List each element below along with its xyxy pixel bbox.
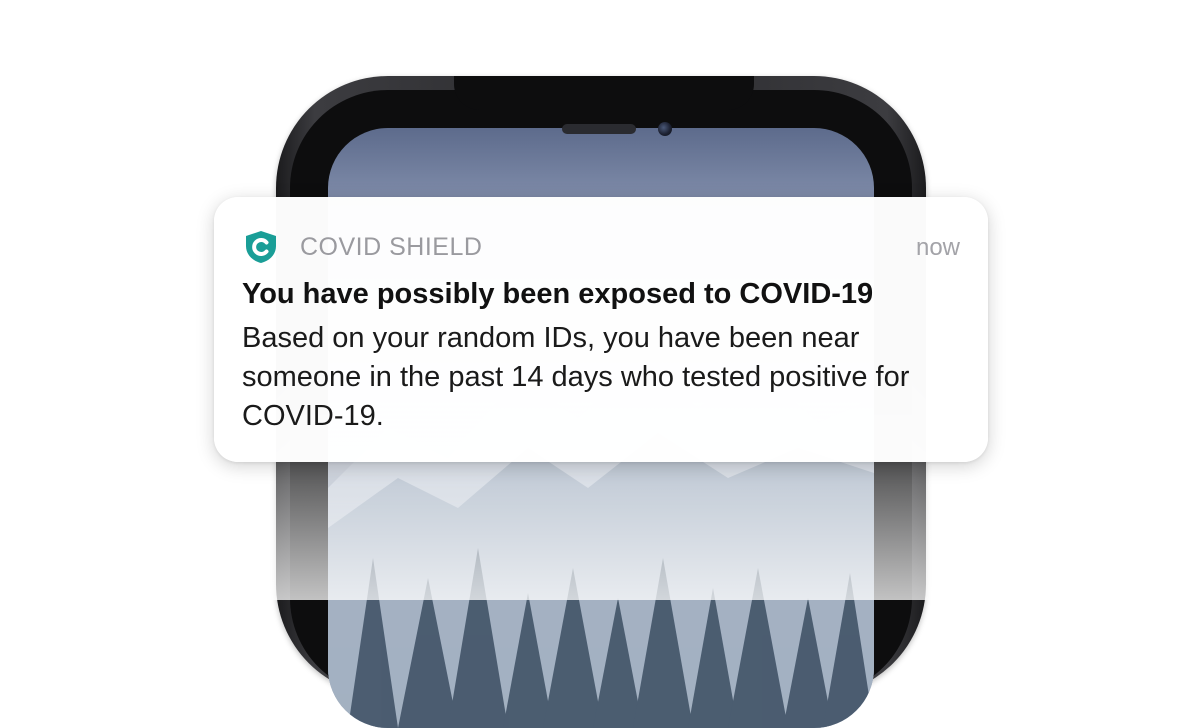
shield-c-icon (246, 231, 276, 263)
notification-time: now (915, 234, 960, 261)
notification-title: You have possibly been exposed to COVID-… (242, 278, 874, 310)
front-camera (658, 122, 672, 136)
app-name: COVID SHIELD (300, 233, 483, 261)
exposure-notification[interactable]: COVID SHIELD now You have possibly been … (214, 197, 988, 462)
earpiece-speaker (562, 124, 636, 134)
phone-notch (454, 76, 754, 110)
notification-body: Based on your random IDs, you have been … (242, 322, 910, 432)
